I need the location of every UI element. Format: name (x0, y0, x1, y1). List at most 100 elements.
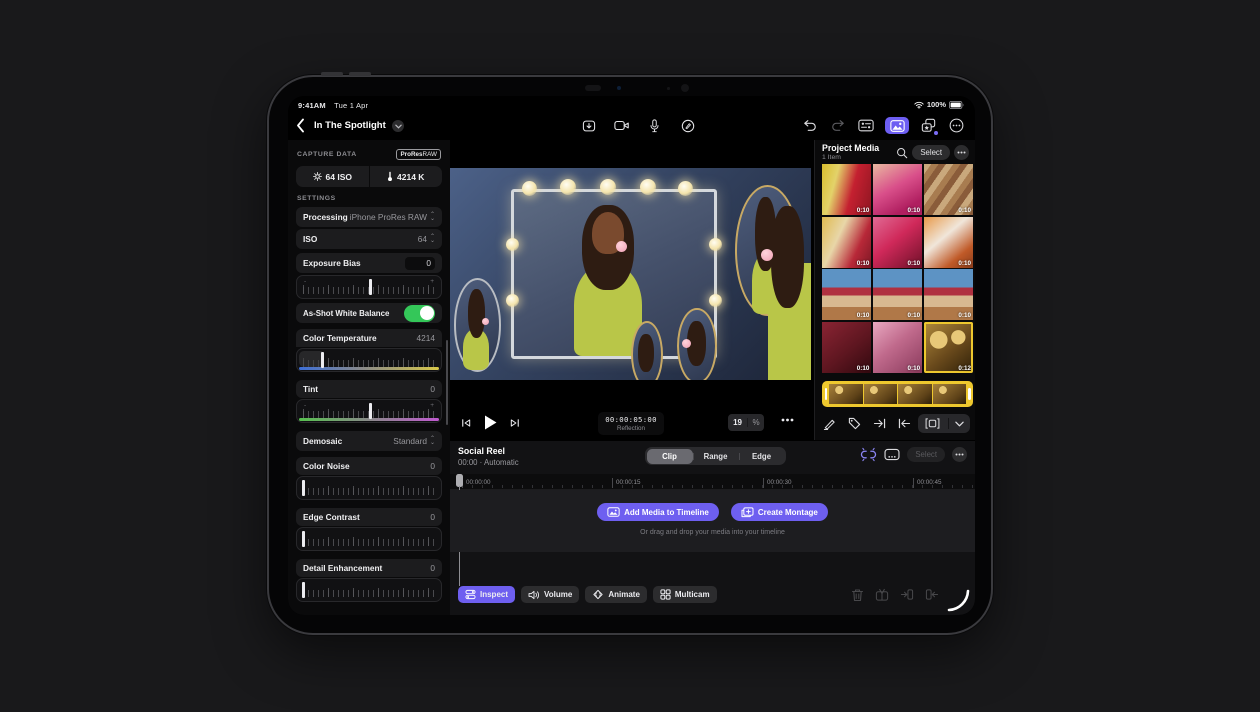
segment-clip[interactable]: Clip (647, 449, 693, 464)
media-thumbnail[interactable]: 0:10 (822, 164, 871, 215)
step-backward-icon[interactable] (460, 417, 472, 429)
media-more-button[interactable] (954, 145, 969, 160)
timeline-lane[interactable]: Add Media to Timeline Create Montage Or … (450, 490, 975, 552)
slider-handle[interactable] (369, 403, 372, 419)
inspect-tab[interactable]: Inspect (458, 586, 515, 603)
status-bar: 9:41AM Tue 1 Apr 100% (288, 96, 975, 112)
media-thumbnail[interactable]: 0:10 (822, 217, 871, 268)
exposure-value[interactable]: 0 (405, 257, 435, 270)
round-mirror (454, 278, 501, 371)
microphone-icon[interactable] (646, 117, 663, 134)
inspector-panel-icon[interactable] (857, 117, 874, 134)
slider-handle[interactable] (302, 480, 305, 496)
clips-browser-icon[interactable] (920, 117, 937, 134)
segment-edge[interactable]: Edge (739, 449, 785, 464)
exposure-slider[interactable]: - + (296, 275, 442, 299)
white-balance-toggle[interactable] (404, 305, 435, 322)
range-start-icon[interactable] (872, 416, 887, 431)
volume-tab[interactable]: Volume (521, 586, 579, 603)
media-thumbnail[interactable]: 0:10 (822, 322, 871, 373)
demosaic-row[interactable]: Demosaic Standard⌃⌄ (296, 431, 442, 451)
stepper-icon: ⌃⌄ (430, 437, 435, 445)
media-thumbnail[interactable]: 0:10 (924, 164, 973, 215)
undo-icon[interactable] (801, 117, 818, 134)
timeline-select-button[interactable]: Select (907, 447, 945, 462)
battery-icon (949, 101, 965, 109)
processing-row[interactable]: Processing iPhone ProRes RAW⌃⌄ (296, 207, 442, 227)
insert-clip-icon[interactable] (918, 418, 949, 429)
media-thumbnail[interactable]: 0:10 (924, 217, 973, 268)
play-button[interactable] (483, 414, 498, 431)
inspector-sidebar: CAPTURE DATA ProResRAW 64 ISO 4214 K SET… (288, 140, 450, 615)
status-date: Tue 1 Apr (334, 101, 368, 110)
draw-icon[interactable] (822, 416, 837, 431)
media-thumbnail[interactable]: 0:10 (822, 269, 871, 320)
slider-handle[interactable] (369, 279, 372, 295)
zoom-level-control[interactable]: 19 % (728, 414, 764, 431)
import-icon[interactable] (580, 117, 597, 134)
segment-range[interactable]: Range (693, 449, 739, 464)
timeline-toolbar: Inspect Volume Animate Multicam (458, 586, 717, 603)
kelvin-chip: 4214 K (369, 166, 443, 187)
prores-raw-badge: ProResRAW (396, 149, 441, 160)
connect-clips-icon[interactable] (860, 447, 877, 462)
media-thumbnail[interactable]: 0:10 (873, 269, 922, 320)
media-select-button[interactable]: Select (912, 145, 950, 160)
insert-left-icon[interactable] (900, 588, 914, 602)
media-thumbnail[interactable]: 0:10 (873, 164, 922, 215)
iso-row[interactable]: ISO 64⌃⌄ (296, 229, 442, 249)
viewer-more-icon[interactable] (781, 418, 794, 422)
color-temperature-slider[interactable] (296, 348, 442, 372)
chevron-down-icon[interactable] (949, 421, 970, 427)
redo-icon[interactable] (829, 117, 846, 134)
create-montage-button[interactable]: Create Montage (731, 503, 828, 521)
tint-slider[interactable]: - + (296, 399, 442, 423)
search-icon[interactable] (896, 147, 908, 159)
media-browser-icon[interactable] (885, 117, 909, 134)
color-noise-slider[interactable] (296, 476, 442, 500)
clip-appearance-icon[interactable] (884, 448, 900, 461)
media-thumbnail[interactable]: 0:10 (873, 322, 922, 373)
slider-handle[interactable] (321, 352, 324, 368)
status-time: 9:41AM (298, 101, 326, 110)
clip-name: Reflection (598, 425, 664, 432)
title-bar: In The Spotlight (288, 112, 975, 140)
split-clip-icon[interactable] (875, 588, 889, 602)
video-frame[interactable] (450, 168, 811, 380)
slider-handle[interactable] (302, 531, 305, 547)
capture-chips: 64 ISO 4214 K (296, 166, 442, 187)
tag-icon[interactable] (847, 416, 862, 431)
slider-handle[interactable] (302, 582, 305, 598)
overwrite-icon[interactable] (925, 588, 939, 602)
sidebar-scrollbar[interactable] (446, 340, 449, 425)
trim-handle-right[interactable] (968, 388, 971, 400)
step-forward-icon[interactable] (509, 417, 521, 429)
timecode-display[interactable]: 00:00:05:00 Reflection (598, 412, 664, 435)
stepper-icon: ⌃⌄ (430, 235, 435, 243)
selected-clip-filmstrip[interactable] (822, 381, 973, 407)
pencil-tools-icon[interactable] (679, 117, 696, 134)
timeline-ruler[interactable]: 00:00:00 00:00:15 00:00:30 00:00:45 (450, 474, 975, 490)
multicam-tab[interactable]: Multicam (653, 586, 717, 603)
media-thumbnail[interactable]: 0:10 (873, 217, 922, 268)
ruler-label: 00:00:45 (913, 478, 942, 488)
timeline-project-name: Social Reel (458, 446, 505, 456)
hand-mirror (631, 321, 663, 380)
camera-icon[interactable] (613, 117, 630, 134)
media-thumbnail-selected[interactable]: 0:12 (924, 322, 973, 373)
title-menu-button[interactable] (392, 120, 404, 132)
add-media-to-timeline-button[interactable]: Add Media to Timeline (597, 503, 719, 521)
detail-enhancement-slider[interactable] (296, 578, 442, 602)
media-thumbnail[interactable]: 0:10 (924, 269, 973, 320)
more-menu-icon[interactable] (948, 117, 965, 134)
drop-hint-text: Or drag and drop your media into your ti… (450, 529, 975, 536)
animate-tab[interactable]: Animate (585, 586, 647, 603)
inspect-icon (465, 589, 476, 600)
playhead[interactable] (456, 474, 463, 487)
trim-handle-left[interactable] (825, 388, 828, 400)
back-button[interactable] (296, 118, 310, 134)
edge-contrast-slider[interactable] (296, 527, 442, 551)
timeline-more-button[interactable] (952, 447, 967, 462)
delete-clip-icon[interactable] (851, 588, 864, 602)
range-end-icon[interactable] (897, 416, 912, 431)
